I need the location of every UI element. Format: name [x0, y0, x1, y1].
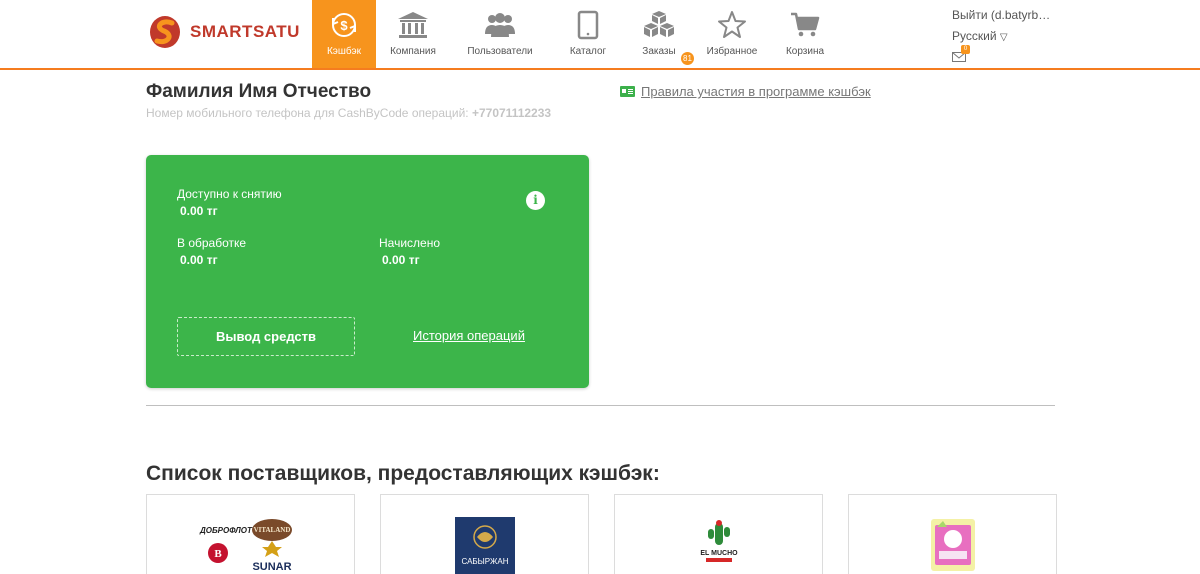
nav-users[interactable]: Пользователи [450, 0, 550, 68]
logo-mark-icon [148, 14, 182, 50]
cashback-icon: $ [332, 13, 356, 37]
accrued-value: 0.00 тг [382, 253, 420, 267]
mail-count-badge: 0 [961, 45, 970, 54]
logo-text-sunar: SUNAR [252, 561, 291, 573]
nav-label: Каталог [569, 46, 607, 57]
logo-text: SMARTSATU [190, 22, 300, 41]
top-header: SMARTSATU $ Кэшбэк Компания Пользователи… [0, 0, 1200, 70]
logo-text-dobroflot: ДОБРОФЛОТ [199, 526, 253, 535]
rules-link-text: Правила участия в программе кэшбэк [641, 84, 871, 99]
el-mucho-logo: EL MUCHO [700, 520, 738, 562]
main-nav: $ Кэшбэк Компания Пользователи Каталог З… [312, 0, 838, 68]
nav-label: Корзина [785, 46, 825, 57]
nav-orders[interactable]: Заказы 81 [626, 0, 694, 68]
logo-text-el-mucho: EL MUCHO [700, 550, 738, 557]
nav-favorites[interactable]: Избранное [692, 0, 772, 68]
nav-label: Заказы [642, 46, 676, 57]
available-value: 0.00 тг [180, 204, 218, 218]
phone-label: Номер мобильного телефона для CashByCode… [146, 106, 469, 120]
accrued-label: Начислено [379, 236, 441, 250]
sabyrzhan-logo: САБЫРЖАН [454, 517, 515, 574]
processing-label: В обработке [177, 236, 247, 250]
cart-icon [791, 12, 820, 37]
tablet-icon [577, 10, 599, 40]
processing-value: 0.00 тг [180, 253, 218, 267]
logo-text-vitaland: VITALAND [253, 526, 290, 534]
available-label: Доступно к снятию [177, 187, 282, 201]
nav-company[interactable]: Компания [376, 0, 450, 68]
candy-brand-logo [930, 519, 975, 571]
info-icon[interactable]: i [526, 191, 545, 210]
operations-history-link[interactable]: История операций [413, 328, 525, 343]
logout-link[interactable]: Выйти (d.batyrb… [952, 7, 1050, 28]
chevron-down-icon: ▽ [999, 32, 1008, 43]
envelope-icon: 0 [952, 45, 970, 63]
nav-label: Пользователи [467, 46, 533, 57]
nav-label: Компания [390, 46, 436, 57]
logo-text-sabyrzhan: САБЫРЖАН [461, 557, 508, 566]
suppliers-title: Список поставщиков, предоставляющих кэшб… [146, 462, 660, 485]
boxes-icon [644, 11, 674, 37]
svg-text:B: B [214, 548, 222, 560]
users-icon [485, 13, 515, 37]
nav-cart[interactable]: Корзина [772, 0, 838, 68]
user-menu: Выйти (d.batyrb… Русский ▽ 0 [952, 7, 1050, 70]
language-value: Русский [952, 29, 997, 43]
svg-text:$: $ [340, 18, 348, 33]
phone-number: +77071112233 [471, 106, 552, 120]
supplier-card[interactable]: САБЫРЖАН [380, 494, 589, 574]
person-name: Фамилия Имя Отчество [146, 81, 372, 102]
cashback-balance-card: Доступно к снятию 0.00 тг i В обработке … [146, 155, 589, 388]
nav-label: Избранное [706, 46, 758, 57]
supplier-card[interactable]: ДОБРОФЛОТ VITALAND B SUNAR [146, 494, 355, 574]
nav-label: Кэшбэк [326, 46, 362, 57]
supplier-card[interactable] [848, 494, 1057, 574]
messages-button[interactable]: 0 [952, 45, 1050, 70]
bank-icon [398, 12, 428, 38]
nav-cashback[interactable]: $ Кэшбэк [312, 0, 376, 68]
nav-catalog[interactable]: Каталог [550, 0, 626, 68]
id-card-icon [620, 86, 635, 97]
phone-line: Номер мобильного телефона для CashByCode… [146, 106, 551, 120]
dobroflot-logo: ДОБРОФЛОТ VITALAND B SUNAR [199, 519, 292, 573]
cashback-rules-link[interactable]: Правила участия в программе кэшбэк [620, 84, 871, 99]
withdraw-button[interactable]: Вывод средств [177, 317, 355, 356]
supplier-card[interactable]: EL MUCHO [614, 494, 823, 574]
suppliers-list: ДОБРОФЛОТ VITALAND B SUNAR САБЫРЖАН EL M… [146, 494, 1057, 574]
star-icon [718, 11, 746, 38]
smartsatu-logo[interactable]: SMARTSATU [148, 14, 300, 50]
divider [146, 405, 1055, 406]
